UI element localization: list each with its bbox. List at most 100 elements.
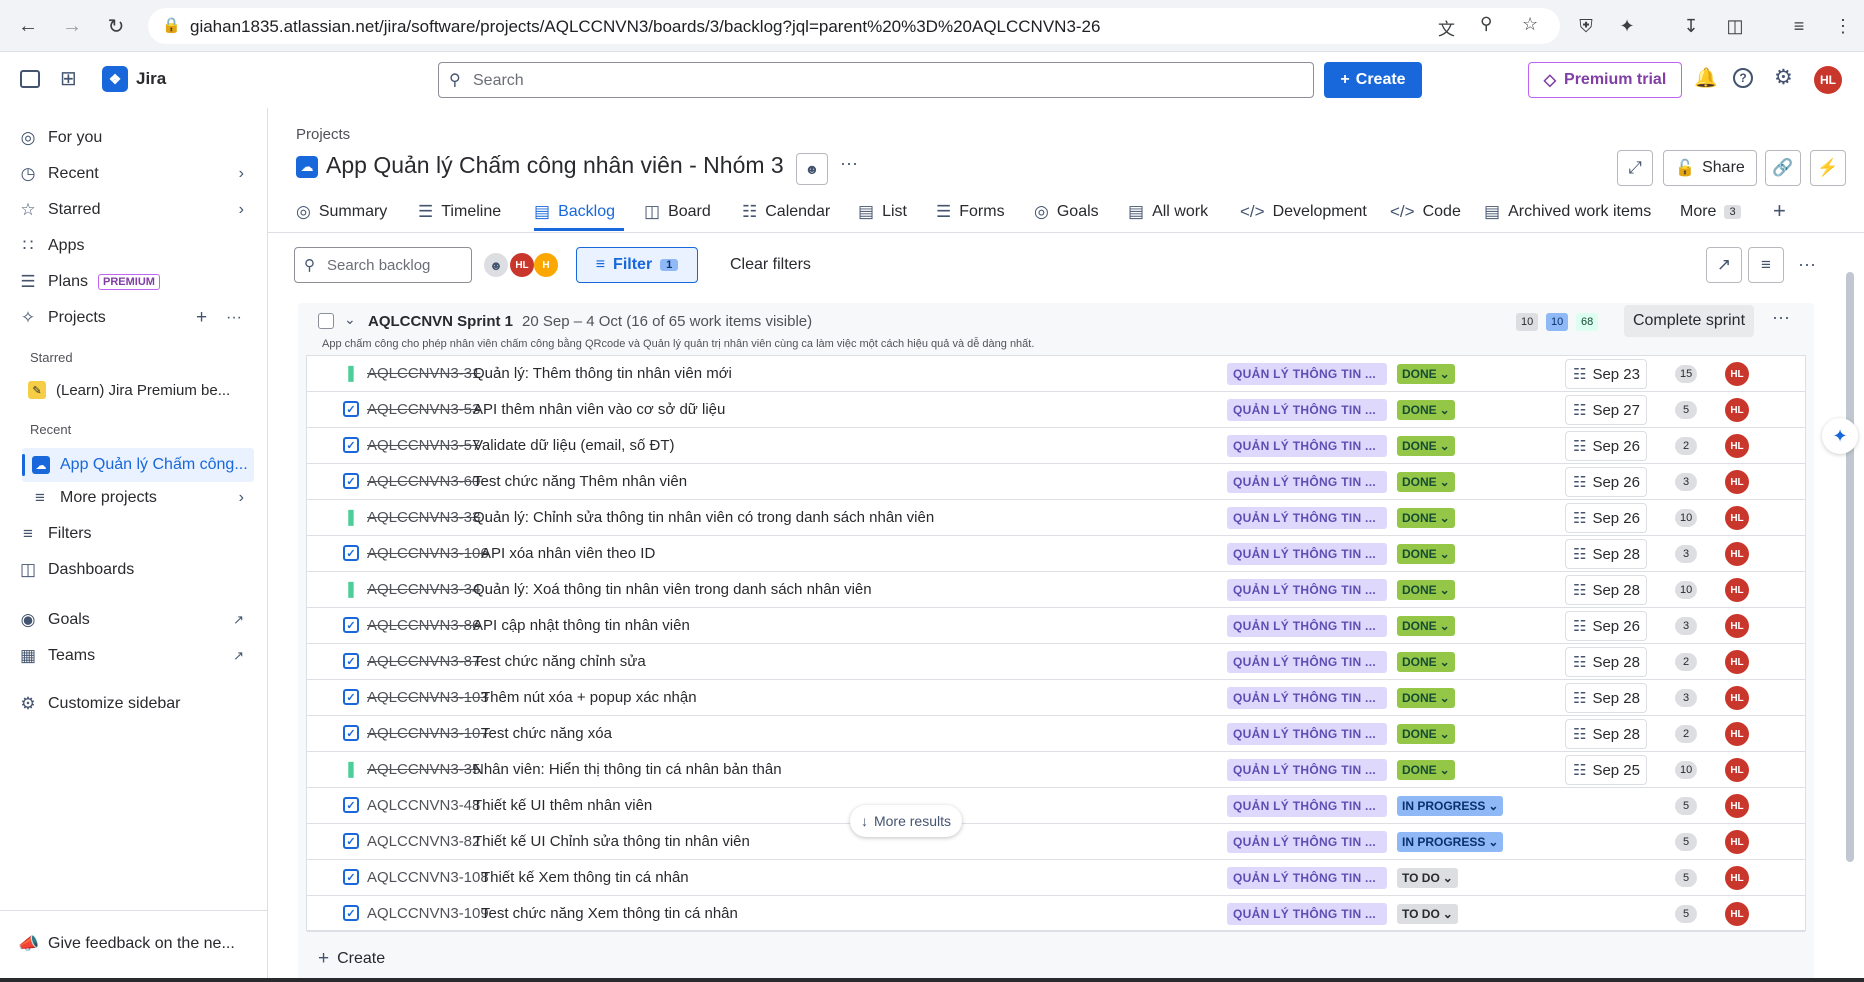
add-tab-icon[interactable]: + bbox=[1773, 198, 1786, 224]
filter-avatar-h[interactable]: H bbox=[534, 253, 558, 277]
status-dropdown[interactable]: TO DO ⌄ bbox=[1397, 868, 1458, 888]
issue-summary[interactable]: Quản lý: Chỉnh sửa thông tin nhân viên c… bbox=[473, 509, 934, 526]
reload-icon[interactable]: ↻ bbox=[102, 12, 130, 40]
status-dropdown[interactable]: DONE ⌄ bbox=[1397, 688, 1455, 708]
issue-summary[interactable]: Quản lý: Thêm thông tin nhân viên mới bbox=[473, 365, 732, 382]
sidebar-starred-project[interactable]: ✎ (Learn) Jira Premium be... bbox=[28, 374, 254, 406]
epic-lozenge[interactable]: QUẢN LÝ THÔNG TIN ... bbox=[1227, 615, 1387, 637]
create-issue-button[interactable]: + Create bbox=[318, 948, 385, 970]
epic-lozenge[interactable]: QUẢN LÝ THÔNG TIN ... bbox=[1227, 651, 1387, 673]
issue-summary[interactable]: Test chức năng Xem thông tin cá nhân bbox=[481, 905, 738, 922]
forward-icon[interactable]: → bbox=[58, 12, 86, 40]
assignee-avatar[interactable]: HL bbox=[1725, 398, 1749, 422]
project-more-icon[interactable]: ··· bbox=[226, 309, 242, 327]
issue-summary[interactable]: Thiết kế UI Chỉnh sửa thông tin nhân viê… bbox=[473, 833, 750, 850]
tab-development[interactable]: </> Development bbox=[1240, 194, 1367, 230]
sprint-more-icon[interactable]: ··· bbox=[1772, 307, 1790, 328]
breadcrumb[interactable]: Projects bbox=[296, 126, 350, 143]
table-row[interactable]: ✓ AQLCCNVN3-108 Thiết kế Xem thông tin cá … bbox=[307, 860, 1805, 896]
table-row[interactable]: ✓ AQLCCNVN3-103 Thêm nút xóa + popup xác n… bbox=[307, 680, 1805, 716]
table-row[interactable]: ✓ AQLCCNVN3-109 Test chức năng Xem thông t… bbox=[307, 896, 1805, 932]
issue-key[interactable]: AQLCCNVN3-87 bbox=[367, 653, 480, 670]
user-avatar[interactable]: HL bbox=[1814, 66, 1842, 94]
table-row[interactable]: ✓ AQLCCNVN3-57 Validate dữ liệu (email, số… bbox=[307, 428, 1805, 464]
menu-dots-icon[interactable]: ⋮ bbox=[1830, 13, 1856, 39]
address-bar[interactable]: 🔒 giahan1835.atlassian.net/jira/software… bbox=[148, 8, 1560, 44]
issue-key[interactable]: AQLCCNVN3-86 bbox=[367, 617, 480, 634]
sidebar-recent-project[interactable]: ☁ App Quản lý Chấm công... bbox=[22, 448, 254, 482]
assignee-avatar[interactable]: HL bbox=[1725, 794, 1749, 818]
table-row[interactable]: ✓ AQLCCNVN3-60 Test chức năng Thêm nhân vi… bbox=[307, 464, 1805, 500]
chevron-right-icon[interactable]: › bbox=[239, 201, 244, 219]
assignee-avatar[interactable]: HL bbox=[1725, 506, 1749, 530]
settings-gear-icon[interactable]: ⚙ bbox=[1774, 65, 1793, 90]
status-dropdown[interactable]: DONE ⌄ bbox=[1397, 364, 1455, 384]
issue-summary[interactable]: API cập nhật thông tin nhân viên bbox=[473, 617, 690, 634]
epic-lozenge[interactable]: QUẢN LÝ THÔNG TIN ... bbox=[1227, 507, 1387, 529]
share-button[interactable]: 🔓 Share bbox=[1663, 150, 1757, 186]
issue-summary[interactable]: Nhân viên: Hiển thị thông tin cá nhân bả… bbox=[473, 761, 782, 778]
issue-key[interactable]: AQLCCNVN3-82 bbox=[367, 833, 480, 850]
epic-lozenge[interactable]: QUẢN LÝ THÔNG TIN ... bbox=[1227, 435, 1387, 457]
issue-summary[interactable]: API thêm nhân viên vào cơ sở dữ liệu bbox=[473, 401, 725, 418]
add-project-icon[interactable]: + bbox=[196, 307, 207, 329]
status-dropdown[interactable]: DONE ⌄ bbox=[1397, 544, 1455, 564]
chevron-down-icon[interactable]: ⌄ bbox=[344, 311, 356, 328]
tab-forms[interactable]: ☰ Forms bbox=[936, 194, 1005, 230]
issue-key[interactable]: AQLCCNVN3-108 bbox=[367, 869, 489, 886]
due-date[interactable]: ☷ Sep 28 bbox=[1565, 575, 1647, 605]
epic-lozenge[interactable]: QUẢN LÝ THÔNG TIN ... bbox=[1227, 399, 1387, 421]
sidebar-item-projects[interactable]: ✧ Projects + ··· bbox=[18, 302, 254, 334]
epic-lozenge[interactable]: QUẢN LÝ THÔNG TIN ... bbox=[1227, 471, 1387, 493]
epic-lozenge[interactable]: QUẢN LÝ THÔNG TIN ... bbox=[1227, 795, 1387, 817]
sidebar-item-recent[interactable]: ◷ Recent › bbox=[18, 158, 254, 190]
ai-assistant-icon[interactable]: ✦ bbox=[1822, 418, 1858, 454]
assignee-avatar[interactable]: HL bbox=[1725, 542, 1749, 566]
fullscreen-icon[interactable]: ⤢ bbox=[1617, 150, 1653, 186]
shield-icon[interactable]: ⛨ bbox=[1573, 13, 1599, 39]
tab-more[interactable]: More 3 bbox=[1680, 194, 1741, 230]
search-input[interactable]: ⚲ Search bbox=[438, 62, 1314, 98]
insights-chart-icon[interactable]: ↗ bbox=[1706, 247, 1742, 283]
story-points-badge[interactable]: 3 bbox=[1675, 617, 1697, 635]
sprint-select-checkbox[interactable] bbox=[318, 313, 334, 329]
table-row[interactable]: ❚ AQLCCNVN3-34 Quản lý: Xoá thông tin nhân… bbox=[307, 572, 1805, 608]
assignee-avatar[interactable]: HL bbox=[1725, 902, 1749, 926]
issue-summary[interactable]: Validate dữ liệu (email, số ĐT) bbox=[473, 437, 675, 454]
chevron-right-icon[interactable]: › bbox=[239, 165, 244, 183]
story-points-badge[interactable]: 5 bbox=[1675, 869, 1697, 887]
issue-summary[interactable]: Quản lý: Xoá thông tin nhân viên trong d… bbox=[473, 581, 872, 598]
issue-summary[interactable]: Thêm nút xóa + popup xác nhận bbox=[481, 689, 697, 706]
sidepanel-icon[interactable]: ◫ bbox=[1722, 13, 1748, 39]
due-date[interactable]: ☷ Sep 28 bbox=[1565, 539, 1647, 569]
sidebar-item-plans[interactable]: ☰ Plans PREMIUM bbox=[18, 266, 254, 298]
sidebar-item-more-projects[interactable]: ≡ More projects › bbox=[30, 482, 254, 514]
sidebar-item-teams[interactable]: ▦ Teams ↗ bbox=[18, 640, 254, 672]
sidebar-item-starred[interactable]: ☆ Starred › bbox=[18, 194, 254, 226]
table-row[interactable]: ❚ AQLCCNVN3-35 Nhân viên: Hiển thị thông t… bbox=[307, 752, 1805, 788]
status-dropdown[interactable]: TO DO ⌄ bbox=[1397, 904, 1458, 924]
jira-logo-icon[interactable]: ❖ bbox=[102, 66, 128, 92]
assignee-avatar[interactable]: HL bbox=[1725, 686, 1749, 710]
epic-lozenge[interactable]: QUẢN LÝ THÔNG TIN ... bbox=[1227, 363, 1387, 385]
tab-archived[interactable]: ▤ Archived work items bbox=[1484, 194, 1651, 230]
epic-lozenge[interactable]: QUẢN LÝ THÔNG TIN ... bbox=[1227, 579, 1387, 601]
due-date[interactable]: ☷ Sep 23 bbox=[1565, 359, 1647, 389]
assignee-avatar[interactable]: HL bbox=[1725, 866, 1749, 890]
app-switcher-icon[interactable]: ⊞ bbox=[60, 66, 77, 91]
notifications-bell-icon[interactable]: 🔔 bbox=[1694, 66, 1718, 90]
backlog-more-icon[interactable]: ··· bbox=[1798, 254, 1816, 275]
issue-key[interactable]: AQLCCNVN3-53 bbox=[367, 401, 480, 418]
issue-key[interactable]: AQLCCNVN3-57 bbox=[367, 437, 480, 454]
tab-goals[interactable]: ◎ Goals bbox=[1034, 194, 1099, 230]
app-name[interactable]: Jira bbox=[136, 69, 166, 89]
status-dropdown[interactable]: DONE ⌄ bbox=[1397, 580, 1455, 600]
table-row[interactable]: ✓ AQLCCNVN3-48 Thiết kế UI thêm nhân viên Q… bbox=[307, 788, 1805, 824]
status-dropdown[interactable]: DONE ⌄ bbox=[1397, 724, 1455, 744]
epic-lozenge[interactable]: QUẢN LÝ THÔNG TIN ... bbox=[1227, 867, 1387, 889]
story-points-badge[interactable]: 2 bbox=[1675, 725, 1697, 743]
assignee-avatar[interactable]: HL bbox=[1725, 758, 1749, 782]
epic-lozenge[interactable]: QUẢN LÝ THÔNG TIN ... bbox=[1227, 687, 1387, 709]
feedback-link[interactable]: 📣 Give feedback on the ne... bbox=[18, 928, 254, 960]
sidebar-item-for-you[interactable]: ◎ For you bbox=[18, 122, 254, 154]
